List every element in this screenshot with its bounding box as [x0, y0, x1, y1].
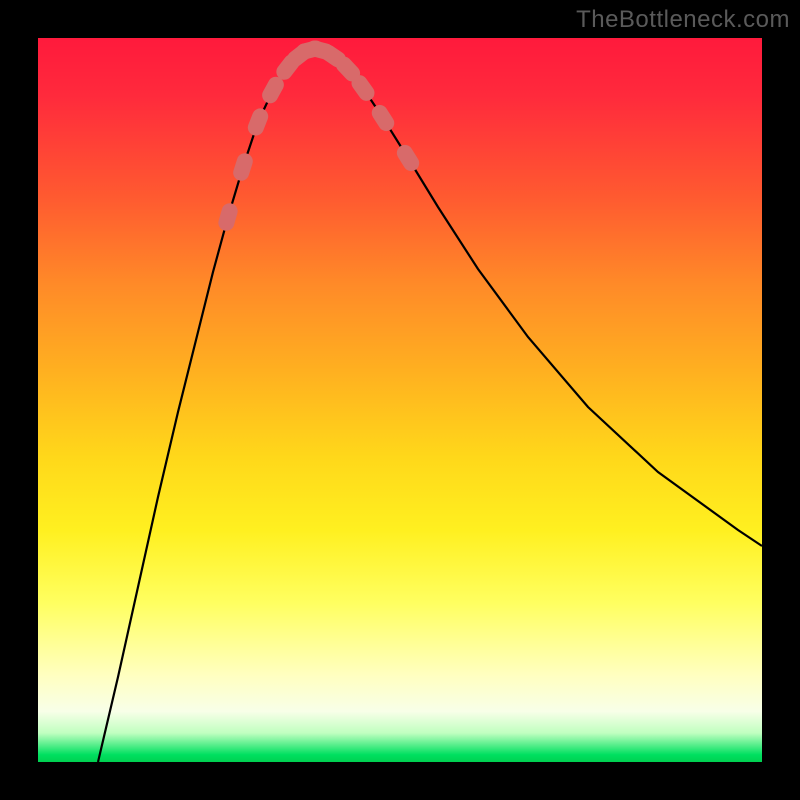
chart-frame: TheBottleneck.com: [0, 0, 800, 800]
curve-marker: [216, 201, 239, 232]
watermark-text: TheBottleneck.com: [576, 6, 790, 34]
curve-marker: [231, 151, 255, 183]
plot-area: [38, 38, 762, 762]
chart-svg: [38, 38, 762, 762]
curve-marker: [394, 142, 422, 174]
bottleneck-curve: [98, 50, 762, 762]
curve-marker: [245, 106, 270, 138]
curve-marker: [369, 102, 398, 134]
